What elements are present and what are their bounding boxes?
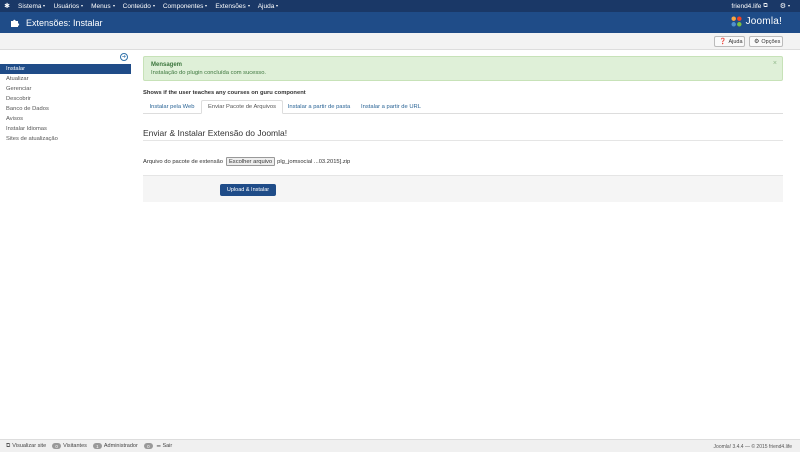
- sidebar-item-gerenciar[interactable]: Gerenciar: [0, 84, 131, 94]
- site-link[interactable]: friend4.life ⧉: [725, 3, 773, 10]
- menu-menus[interactable]: Menus: [87, 0, 119, 12]
- menu-componentes[interactable]: Componentes: [159, 0, 211, 12]
- file-upload-row: Arquivo do pacote de extensão Escolher a…: [143, 157, 350, 166]
- section-title: Enviar & Instalar Extensão do Joomla!: [143, 128, 288, 138]
- caret-down-icon: [205, 5, 208, 7]
- page-title: Extensões: Instalar: [26, 17, 103, 28]
- logout-label: Sair: [162, 443, 173, 449]
- caret-down-icon: [81, 5, 84, 7]
- sidebar-toggle-arrow-icon[interactable]: ➜: [120, 53, 128, 61]
- sidebar-item-descobrir[interactable]: Descobrir: [0, 94, 131, 104]
- menu-extensoes[interactable]: Extensões: [211, 0, 253, 12]
- tab-instalar-url[interactable]: Instalar a partir de URL: [355, 100, 427, 114]
- sidebar-item-atualizar[interactable]: Atualizar: [0, 74, 131, 84]
- upload-install-button[interactable]: Upload & Instalar: [220, 184, 276, 196]
- minus-icon: ━: [156, 443, 161, 450]
- menu-label: Ajuda: [257, 2, 275, 10]
- help-label: Ajuda: [728, 38, 743, 45]
- caret-down-icon: [152, 5, 155, 7]
- tab-enviar-pacote[interactable]: Enviar Pacote de Arquivos: [201, 100, 283, 114]
- main-menu: Sistema Usuários Menus Conteúdo Componen…: [14, 0, 282, 12]
- gear-icon: ⚙: [754, 39, 760, 45]
- help-button[interactable]: ❓ Ajuda: [714, 36, 745, 47]
- caret-down-icon: [247, 5, 250, 7]
- view-site-label: Visualizar site: [12, 443, 47, 449]
- menu-label: Menus: [91, 2, 111, 10]
- caret-down-icon: [788, 5, 790, 7]
- toolbar: ❓ Ajuda ⚙ Opções: [0, 33, 800, 50]
- joomla-logo-icon: [731, 16, 742, 27]
- section-divider: [143, 140, 783, 141]
- logo-text: Joomla!: [745, 16, 782, 27]
- visitors-badge: 0: [52, 443, 62, 449]
- view-site-link[interactable]: ⧉ Visualizar site: [6, 443, 46, 450]
- puzzle-icon-svg: [11, 19, 20, 27]
- form-actions: Upload & Instalar: [143, 175, 783, 202]
- selected-file-name: plg_jomsocial ...03.2015].zip: [277, 158, 351, 165]
- success-alert: Mensagem Instalação do plugin concluída …: [143, 56, 783, 81]
- menu-sistema[interactable]: Sistema: [14, 0, 49, 12]
- sidebar-item-banco-de-dados[interactable]: Banco de Dados: [0, 104, 131, 114]
- admin-badge: 1: [92, 443, 102, 449]
- menu-label: Usuários: [53, 2, 80, 10]
- menu-label: Extensões: [215, 2, 246, 10]
- site-label: friend4.life: [731, 2, 762, 10]
- visitors-label: Visitantes: [63, 443, 87, 449]
- caret-down-icon: [276, 5, 279, 7]
- caret-down-icon: [43, 5, 46, 7]
- version-text: Joomla! 3.4.4 — © 2015 friend4.life: [713, 443, 792, 450]
- sidebar-item-avisos[interactable]: Avisos: [0, 114, 131, 124]
- joomla-menu-icon[interactable]: ✱: [0, 0, 14, 12]
- menu-conteudo[interactable]: Conteúdo: [119, 0, 159, 12]
- admin-label: Administrador: [103, 443, 138, 449]
- sidebar-menu: Instalar Atualizar Gerenciar Descobrir B…: [0, 64, 131, 144]
- options-button[interactable]: ⚙ Opções: [749, 36, 783, 47]
- menu-ajuda[interactable]: Ajuda: [254, 0, 283, 12]
- puzzle-icon: [10, 18, 20, 28]
- alert-message: Instalação do plugin concluída com suces…: [151, 70, 267, 76]
- messages-badge: 0: [143, 443, 153, 449]
- tab-instalar-pela-web[interactable]: Instalar pela Web: [143, 100, 201, 114]
- user-menu-gear-icon[interactable]: ⚙: [774, 2, 800, 10]
- external-link-icon: ⧉: [6, 442, 11, 449]
- menu-label: Sistema: [18, 2, 42, 10]
- page-header: Extensões: Instalar Joomla!: [0, 12, 800, 33]
- sidebar-item-sites-de-atualizacao[interactable]: Sites de atualização: [0, 134, 131, 144]
- question-icon: ❓: [719, 39, 727, 45]
- external-link-icon: ⧉: [763, 2, 768, 9]
- alert-heading: Mensagem: [151, 62, 183, 68]
- menu-label: Componentes: [162, 2, 204, 10]
- sidebar-item-instalar[interactable]: Instalar: [0, 64, 131, 74]
- options-label: Opções: [761, 38, 781, 45]
- menu-usuarios[interactable]: Usuários: [49, 0, 87, 12]
- install-tabs: Instalar pela Web Enviar Pacote de Arqui…: [143, 100, 783, 114]
- choose-file-button[interactable]: Escolher arquivo: [225, 157, 276, 166]
- close-icon[interactable]: ×: [773, 60, 777, 67]
- caret-down-icon: [112, 5, 115, 7]
- status-footer: ⧉ Visualizar site 0 Visitantes 1 Administ…: [0, 439, 800, 452]
- tab-instalar-pasta[interactable]: Instalar a partir de pasta: [283, 100, 355, 114]
- file-field-label: Arquivo do pacote de extensão: [143, 158, 223, 165]
- plugin-notice: Shows if the user teaches any courses on…: [143, 90, 306, 96]
- top-navbar: ✱ Sistema Usuários Menus Conteúdo Compon…: [0, 0, 800, 12]
- logout-link[interactable]: ━ Sair: [157, 443, 172, 450]
- menu-label: Conteúdo: [122, 2, 151, 10]
- sidebar-item-instalar-idiomas[interactable]: Instalar Idiomas: [0, 124, 131, 134]
- joomla-logo: Joomla!: [730, 15, 782, 28]
- navbar-right: friend4.life ⧉ ⚙: [725, 0, 800, 12]
